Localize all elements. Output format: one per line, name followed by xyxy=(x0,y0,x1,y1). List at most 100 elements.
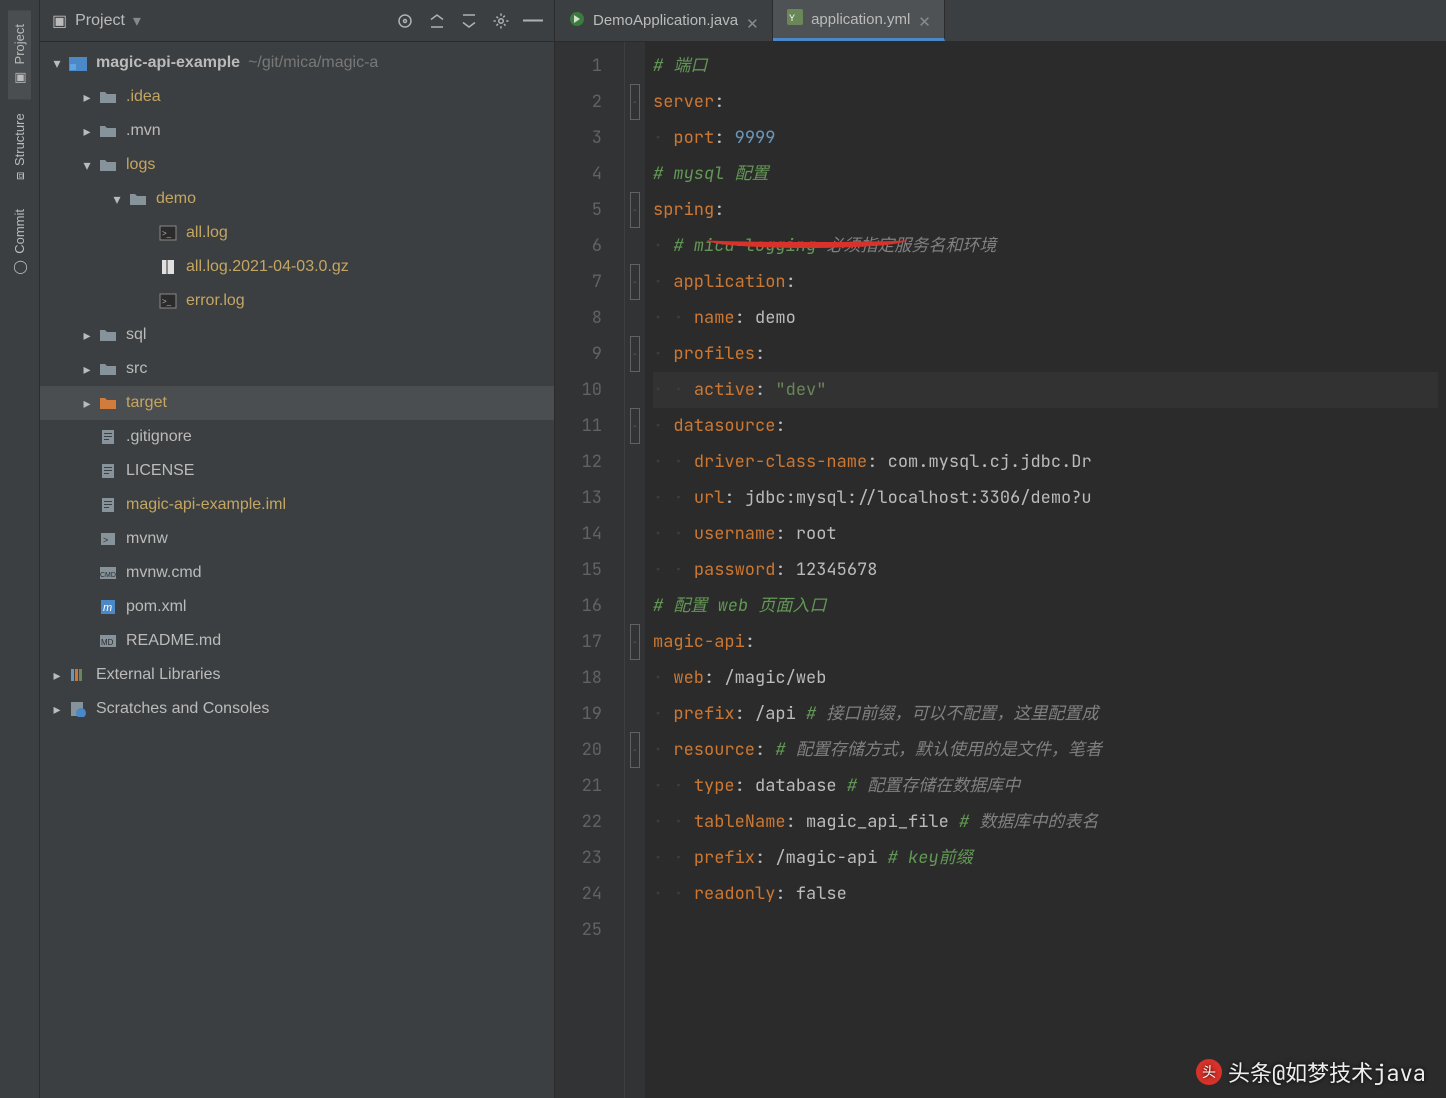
tree-item[interactable]: ▸target xyxy=(40,386,554,420)
fold-marker xyxy=(625,660,645,696)
tab-application-yml[interactable]: Y application.yml ✕ xyxy=(773,0,945,41)
tree-item[interactable]: mpom.xml xyxy=(40,590,554,624)
fold-marker xyxy=(625,516,645,552)
select-opened-file-icon[interactable] xyxy=(396,12,414,30)
close-icon[interactable]: ✕ xyxy=(918,13,930,25)
line-number: 8 xyxy=(555,300,602,336)
chevron-right-icon[interactable]: ▸ xyxy=(80,90,94,104)
hide-icon[interactable]: — xyxy=(524,12,542,30)
code-line[interactable] xyxy=(653,912,1438,948)
file-icon: > xyxy=(98,529,118,549)
code-line[interactable]: · · tableName: magic_api_file # 数据库中的表名 xyxy=(653,804,1438,840)
chevron-down-icon[interactable]: ▾ xyxy=(110,192,124,206)
code-line[interactable]: spring: xyxy=(653,192,1438,228)
chevron-down-icon[interactable]: ▾ xyxy=(80,158,94,172)
tab-demoapplication[interactable]: DemoApplication.java ✕ xyxy=(555,0,773,41)
project-panel: ▣ Project ▾ — ▾ magic-api-example ~/git/… xyxy=(40,0,555,1098)
line-number: 20 xyxy=(555,732,602,768)
tree-item[interactable]: >mvnw xyxy=(40,522,554,556)
side-tool-structure[interactable]: ⧈ Structure xyxy=(8,99,31,194)
code-line[interactable]: · · driver-class-name: com.mysql.cj.jdbc… xyxy=(653,444,1438,480)
line-number: 18 xyxy=(555,660,602,696)
fold-marker xyxy=(625,840,645,876)
fold-marker[interactable]: − xyxy=(625,408,645,444)
tree-item[interactable]: LICENSE xyxy=(40,454,554,488)
tree-item[interactable]: ▾logs xyxy=(40,148,554,182)
code-line[interactable]: · resource: # 配置存储方式，默认使用的是文件，笔者 xyxy=(653,732,1438,768)
code-line[interactable]: · · username: root xyxy=(653,516,1438,552)
collapse-all-icon[interactable] xyxy=(460,12,478,30)
fold-marker[interactable]: − xyxy=(625,624,645,660)
tree-item[interactable]: ▸.mvn xyxy=(40,114,554,148)
chevron-right-icon[interactable]: ▸ xyxy=(80,362,94,376)
code-line[interactable]: · · password: 12345678 xyxy=(653,552,1438,588)
svg-text:m: m xyxy=(103,602,112,614)
chevron-right-icon[interactable]: ▸ xyxy=(50,702,64,716)
code-line[interactable]: · port: 9999 xyxy=(653,120,1438,156)
code-line[interactable]: · · active: "dev" xyxy=(653,372,1438,408)
side-tool-project[interactable]: ▣ Project xyxy=(8,10,31,99)
gear-icon[interactable] xyxy=(492,12,510,30)
tree-item[interactable]: ▸sql xyxy=(40,318,554,352)
tree-item[interactable]: .gitignore xyxy=(40,420,554,454)
tree-item-label: all.log xyxy=(186,224,228,242)
code-line[interactable]: # mysql 配置 xyxy=(653,156,1438,192)
line-number: 13 xyxy=(555,480,602,516)
code-line[interactable]: · · url: jdbc:mysql://localhost:3306/dem… xyxy=(653,480,1438,516)
fold-marker[interactable]: − xyxy=(625,192,645,228)
tree-item[interactable]: >_error.log xyxy=(40,284,554,318)
tree-item[interactable]: ▸src xyxy=(40,352,554,386)
fold-gutter[interactable]: − − − − − − − xyxy=(625,42,645,1098)
code-line[interactable]: server: xyxy=(653,84,1438,120)
code-line[interactable]: # 配置 web 页面入口 xyxy=(653,588,1438,624)
line-number: 24 xyxy=(555,876,602,912)
fold-marker[interactable]: − xyxy=(625,336,645,372)
fold-marker xyxy=(625,156,645,192)
tree-item[interactable]: MDREADME.md xyxy=(40,624,554,658)
tree-root[interactable]: ▾ magic-api-example ~/git/mica/magic-a xyxy=(40,46,554,80)
code-line[interactable]: · web: /magic/web xyxy=(653,660,1438,696)
chevron-right-icon[interactable]: ▸ xyxy=(80,396,94,410)
line-number: 4 xyxy=(555,156,602,192)
code-line[interactable]: · · readonly: false xyxy=(653,876,1438,912)
panel-title[interactable]: ▣ Project ▾ xyxy=(52,11,396,31)
yml-icon: Y xyxy=(787,9,803,29)
chevron-down-icon[interactable]: ▾ xyxy=(50,56,64,70)
code-content[interactable]: 头 头条@如梦技术java # 端口server:· port: 9999# m… xyxy=(645,42,1446,1098)
code-editor[interactable]: 1234567891011121314151617181920212223242… xyxy=(555,42,1446,1098)
fold-marker xyxy=(625,696,645,732)
chevron-right-icon[interactable]: ▸ xyxy=(80,328,94,342)
fold-marker[interactable]: − xyxy=(625,732,645,768)
side-tool-commit[interactable]: ◯ Commit xyxy=(8,195,31,289)
code-line[interactable]: · application: xyxy=(653,264,1438,300)
tree-item[interactable]: ▾demo xyxy=(40,182,554,216)
code-line[interactable]: · profiles: xyxy=(653,336,1438,372)
fold-marker[interactable]: − xyxy=(625,84,645,120)
project-tree[interactable]: ▾ magic-api-example ~/git/mica/magic-a ▸… xyxy=(40,42,554,1098)
project-panel-header: ▣ Project ▾ — xyxy=(40,0,554,42)
tree-item[interactable]: >_all.log xyxy=(40,216,554,250)
close-icon[interactable]: ✕ xyxy=(746,15,758,27)
chevron-right-icon[interactable]: ▸ xyxy=(50,668,64,682)
code-line[interactable]: · · type: database # 配置存储在数据库中 xyxy=(653,768,1438,804)
code-line[interactable]: · prefix: /api # 接口前缀，可以不配置，这里配置成 xyxy=(653,696,1438,732)
tree-item[interactable]: ▸Scratches and Consoles xyxy=(40,692,554,726)
code-line[interactable]: · · prefix: /magic-api # key前缀 xyxy=(653,840,1438,876)
expand-all-icon[interactable] xyxy=(428,12,446,30)
file-icon xyxy=(98,155,118,175)
tree-item-label: External Libraries xyxy=(96,666,221,684)
code-line[interactable]: · datasource: xyxy=(653,408,1438,444)
tree-item[interactable]: all.log.2021-04-03.0.gz xyxy=(40,250,554,284)
folder-icon: ▣ xyxy=(12,70,27,85)
chevron-right-icon[interactable]: ▸ xyxy=(80,124,94,138)
line-number-gutter: 1234567891011121314151617181920212223242… xyxy=(555,42,625,1098)
tree-item[interactable]: ▸ External Libraries xyxy=(40,658,554,692)
tree-item[interactable]: CMDmvnw.cmd xyxy=(40,556,554,590)
tree-item[interactable]: ▸.idea xyxy=(40,80,554,114)
code-line[interactable]: # 端口 xyxy=(653,48,1438,84)
code-line[interactable]: · · name: demo xyxy=(653,300,1438,336)
fold-marker[interactable]: − xyxy=(625,264,645,300)
line-number: 16 xyxy=(555,588,602,624)
code-line[interactable]: magic-api: xyxy=(653,624,1438,660)
tree-item[interactable]: magic-api-example.iml xyxy=(40,488,554,522)
